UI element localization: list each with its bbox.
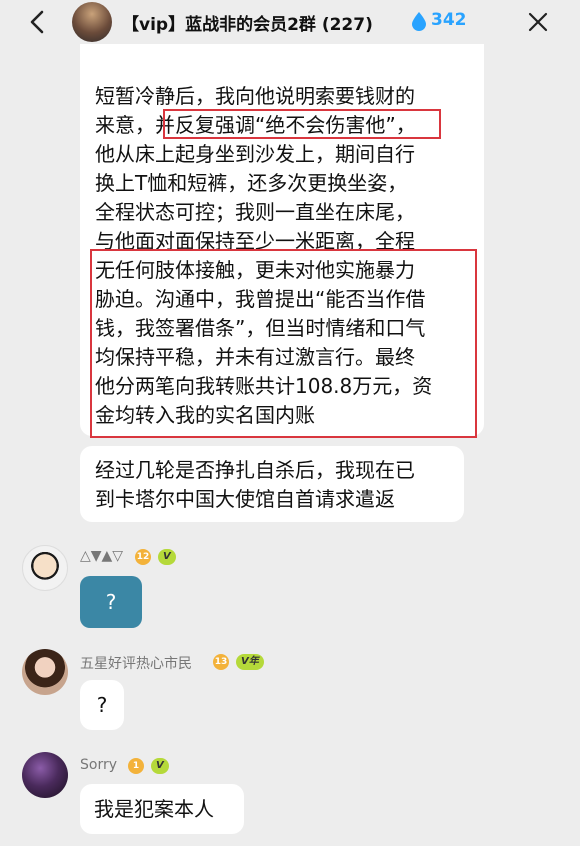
- message-bubble: 我是犯案本人: [80, 784, 244, 834]
- username: △▼▲▽: [80, 548, 124, 564]
- level-badge: 13: [213, 654, 229, 670]
- username: 五星好评热心市民: [80, 656, 192, 672]
- message-line: 他从床上起身坐到沙发上，期间自行: [95, 142, 415, 166]
- avatar[interactable]: [22, 649, 68, 695]
- message-line: 到卡塔尔中国大使馆自首请求遣返: [95, 487, 395, 511]
- message-bubble: ?: [80, 680, 124, 730]
- vip-badge: V: [151, 758, 169, 774]
- username: Sorry: [80, 757, 118, 773]
- avatar[interactable]: [22, 752, 68, 798]
- chat-header: 【vip】蓝战非的会员2群 (227) 342: [0, 0, 580, 44]
- close-icon[interactable]: [526, 10, 550, 34]
- message-bubble: ?: [80, 576, 142, 628]
- message-line: 经过几轮是否挣扎自杀后，我现在已: [95, 458, 415, 482]
- chevron-left-icon[interactable]: [24, 8, 52, 36]
- highlight-box: [90, 249, 477, 438]
- level-badge: 1: [128, 758, 144, 774]
- vip-badge: V年: [236, 654, 264, 670]
- message-bubble: 经过几轮是否挣扎自杀后，我现在已 到卡塔尔中国大使馆自首请求遣返: [80, 446, 464, 522]
- drop-count: 342: [431, 10, 467, 30]
- message-line: 短暂冷静后，我向他说明索要钱财的: [95, 84, 415, 108]
- message-line: 换上T恤和短裤，还多次更换坐姿，: [95, 171, 408, 195]
- chat-title: 【vip】蓝战非的会员2群 (227): [122, 15, 373, 35]
- message-line: 全程状态可控；我则一直坐在床尾，: [95, 200, 415, 224]
- water-drop-icon: [412, 12, 426, 31]
- group-avatar[interactable]: [72, 2, 112, 42]
- vip-badge: V: [158, 549, 176, 565]
- level-badge: 12: [135, 549, 151, 565]
- avatar[interactable]: [22, 545, 68, 591]
- highlight-box: [163, 109, 441, 139]
